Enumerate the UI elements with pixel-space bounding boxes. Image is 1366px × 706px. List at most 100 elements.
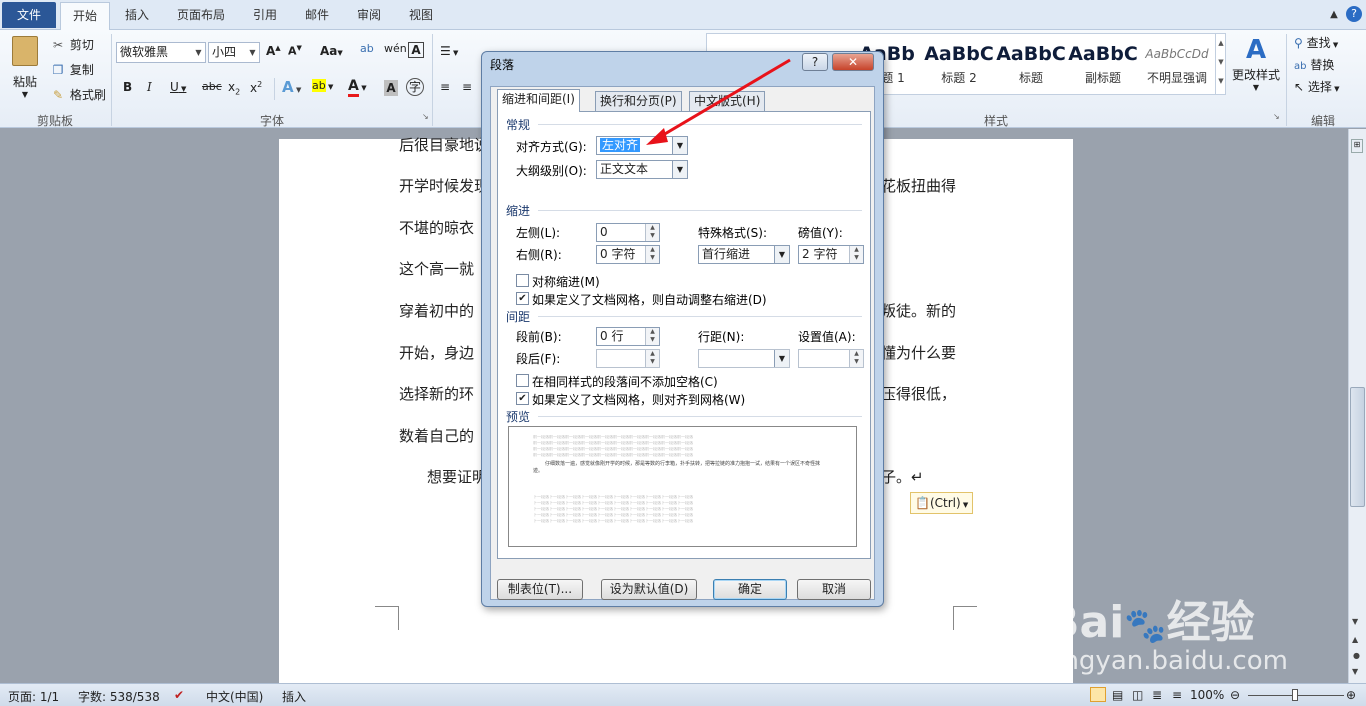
prev-page-icon[interactable]: ▲ (1352, 635, 1358, 644)
superscript-button[interactable]: x2 (250, 80, 262, 95)
dialog-launcher-icon[interactable]: ↘ (422, 112, 429, 121)
indent-left-input[interactable]: 0 ▲ ▼ (596, 223, 660, 242)
strikethrough-button[interactable]: abc (202, 80, 222, 93)
tab-file[interactable]: 文件 (2, 2, 56, 28)
indent-right-input[interactable]: 0 字符 ▲ ▼ (596, 245, 660, 264)
tab-asian-typography[interactable]: 中文版式(H) (689, 91, 766, 111)
draft-view-icon[interactable]: ≡ (1172, 688, 1182, 702)
cut-button[interactable]: ✂ 剪切 (50, 36, 94, 53)
phonetic-guide-icon[interactable]: wén (384, 42, 407, 55)
reading-layout-icon[interactable]: ▤ (1112, 688, 1123, 702)
tab-indent-spacing[interactable]: 缩进和间距(I) (497, 89, 580, 112)
tabs-button[interactable]: 制表位(T)... (497, 579, 583, 600)
font-color-button[interactable]: A ▼ (348, 78, 367, 97)
paste-button[interactable]: 粘贴 ▼ (8, 34, 42, 104)
cancel-button[interactable]: 取消 (797, 579, 871, 600)
font-size-select[interactable]: 小四 ▼ (208, 42, 260, 63)
proofing-icon[interactable]: ✔ (174, 688, 184, 702)
spacing-after-input[interactable]: ▲ ▼ (596, 349, 660, 368)
scroll-down-icon[interactable]: ▼ (1352, 617, 1358, 626)
grow-font-button[interactable]: A▲ (266, 44, 281, 58)
line-spacing-select[interactable]: ▼ (698, 349, 790, 368)
gallery-scroll[interactable]: ▲ ▼ ▼ (1215, 34, 1226, 94)
auto-adjust-indent-checkbox[interactable]: ✔ (516, 292, 529, 305)
spinner-icon[interactable]: ▲ ▼ (645, 328, 659, 345)
no-space-same-style-checkbox[interactable] (516, 374, 529, 387)
style-title[interactable]: AaBbC 标题 (995, 39, 1067, 95)
tab-view[interactable]: 视图 (400, 0, 442, 30)
language-indicator[interactable]: 中文(中国) (206, 688, 263, 705)
find-button[interactable]: ⚲ 查找 ▼ (1294, 34, 1338, 51)
mirror-indents-checkbox[interactable] (516, 274, 529, 287)
page-count[interactable]: 页面: 1/1 (8, 688, 59, 705)
tab-mailings[interactable]: 邮件 (296, 0, 338, 30)
web-layout-icon[interactable]: ◫ (1132, 688, 1143, 702)
align-center-icon[interactable]: ≡ (462, 80, 472, 94)
dialog-launcher-icon[interactable]: ↘ (1273, 112, 1280, 121)
tab-home[interactable]: 开始 (60, 2, 110, 31)
style-heading2[interactable]: AaBbC 标题 2 (923, 39, 995, 95)
bold-button[interactable]: B (123, 80, 132, 94)
vertical-scrollbar[interactable]: ⊞ ▼ ▲ ● ▼ (1348, 129, 1366, 683)
style-subtle-emphasis[interactable]: AaBbCcDd 不明显强调 (1139, 39, 1215, 95)
font-name-select[interactable]: 微软雅黑 ▼ (116, 42, 206, 63)
ok-button[interactable]: 确定 (713, 579, 787, 600)
zoom-in-icon[interactable]: ⊕ (1346, 688, 1356, 702)
spinner-icon[interactable]: ▲ ▼ (645, 246, 659, 263)
chevron-down-icon: ▼ (195, 48, 202, 57)
underline-button[interactable]: U ▼ (170, 80, 186, 94)
print-layout-icon[interactable] (1090, 687, 1106, 702)
zoom-out-icon[interactable]: ⊖ (1230, 688, 1240, 702)
spacing-before-input[interactable]: 0 行 ▲ ▼ (596, 327, 660, 346)
minimize-ribbon-icon[interactable]: ▲ (1326, 0, 1342, 30)
ruler-toggle-icon[interactable]: ⊞ (1351, 139, 1363, 153)
clear-format-icon[interactable]: ab (360, 42, 374, 55)
set-default-button[interactable]: 设为默认值(D) (601, 579, 697, 600)
word-count[interactable]: 字数: 538/538 (78, 688, 160, 705)
scroll-thumb[interactable] (1350, 387, 1365, 507)
snap-to-grid-checkbox[interactable]: ✔ (516, 392, 529, 405)
special-indent-select[interactable]: 首行缩进 ▼ (698, 245, 790, 264)
replace-button[interactable]: ab 替换 (1294, 56, 1334, 73)
outline-view-icon[interactable]: ≣ (1152, 688, 1162, 702)
spacing-at-input[interactable]: ▲ ▼ (798, 349, 864, 368)
tab-review[interactable]: 审阅 (348, 0, 390, 30)
indent-by-input[interactable]: 2 字符 ▲ ▼ (798, 245, 864, 264)
alignment-select[interactable]: 左对齐 ▼ (596, 136, 688, 155)
shrink-font-button[interactable]: A▼ (288, 44, 302, 58)
spinner-icon[interactable]: ▲ ▼ (645, 224, 659, 241)
clipboard-group-label: 剪贴板 (36, 114, 73, 128)
tab-page-layout[interactable]: 页面布局 (168, 0, 234, 30)
highlight-button[interactable]: ab ▼ (312, 78, 333, 92)
next-page-icon[interactable]: ▼ (1352, 667, 1358, 676)
copy-button[interactable]: ❐ 复制 (50, 61, 94, 78)
paste-options-button[interactable]: 📋(Ctrl) ▼ (910, 492, 974, 514)
char-border-icon[interactable]: A (408, 42, 424, 58)
tab-insert[interactable]: 插入 (116, 0, 158, 30)
spinner-icon[interactable]: ▲ ▼ (849, 350, 863, 367)
insert-mode[interactable]: 插入 (282, 688, 306, 705)
format-painter-button[interactable]: ✎ 格式刷 (50, 86, 106, 103)
subscript-button[interactable]: x2 (228, 80, 240, 96)
char-shading-icon[interactable]: A (384, 80, 398, 96)
enclose-char-icon[interactable]: 字 (406, 78, 424, 96)
tab-references[interactable]: 引用 (244, 0, 286, 30)
help-icon[interactable]: ? (1346, 6, 1362, 22)
close-icon[interactable]: ✕ (832, 53, 874, 71)
help-button[interactable]: ? (802, 53, 828, 71)
italic-button[interactable]: I (147, 80, 152, 94)
style-subtitle[interactable]: AaBbC 副标题 (1067, 39, 1139, 95)
spinner-icon[interactable]: ▲ ▼ (849, 246, 863, 263)
change-styles-button[interactable]: A 更改样式 ▼ (1230, 34, 1282, 92)
zoom-level[interactable]: 100% (1190, 688, 1224, 702)
select-button[interactable]: ↖ 选择 ▼ (1294, 78, 1340, 95)
outline-level-select[interactable]: 正文文本 ▼ (596, 160, 688, 179)
tab-line-page-breaks[interactable]: 换行和分页(P) (595, 91, 682, 111)
change-case-button[interactable]: Aa▼ (320, 44, 343, 58)
zoom-slider-thumb[interactable] (1292, 689, 1298, 701)
bullets-icon[interactable]: ☰ ▼ (440, 44, 458, 58)
spinner-icon[interactable]: ▲ ▼ (645, 350, 659, 367)
browse-object-icon[interactable]: ● (1353, 651, 1360, 660)
align-left-icon[interactable]: ≡ (440, 80, 450, 94)
text-effects-button[interactable]: A ▼ (282, 78, 301, 96)
